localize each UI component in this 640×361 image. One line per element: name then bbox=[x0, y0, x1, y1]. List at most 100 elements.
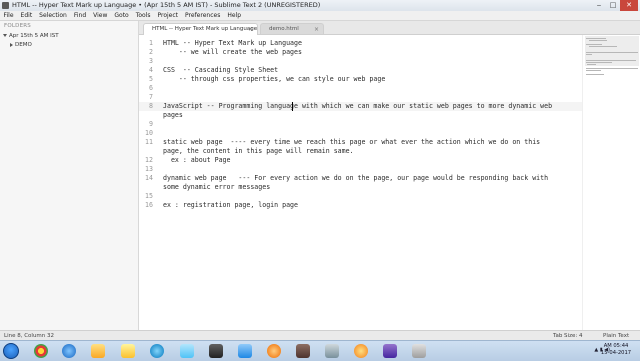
minimap-line bbox=[586, 74, 604, 75]
code-line[interactable]: 6 bbox=[139, 84, 582, 93]
minimap-line bbox=[586, 70, 601, 71]
tab-html-notes[interactable]: HTML -- Hyper Text Mark up Language × bbox=[143, 23, 258, 35]
sidebar: FOLDERS Apr 15th 5 AM IST DEMO bbox=[0, 21, 139, 330]
code-line[interactable]: 12 ex : about Page bbox=[139, 156, 582, 165]
folder-root-label: Apr 15th 5 AM IST bbox=[9, 33, 59, 39]
chrome-icon[interactable] bbox=[34, 344, 48, 358]
minimap-line bbox=[589, 40, 607, 41]
collapse-arrow-icon[interactable] bbox=[10, 42, 13, 47]
minimap-line bbox=[586, 60, 636, 61]
code-line-current[interactable]: 8 JavaScript -- Programming language with… bbox=[139, 102, 582, 111]
explorer-icon[interactable] bbox=[91, 344, 105, 358]
line-text: HTML -- Hyper Text Mark up Language bbox=[163, 39, 302, 47]
code-line[interactable]: 1 HTML -- Hyper Text Mark up Language bbox=[139, 39, 582, 48]
start-button-icon[interactable] bbox=[3, 343, 19, 359]
line-number: 1 bbox=[149, 39, 153, 47]
menu-find[interactable]: Find bbox=[70, 11, 89, 20]
minimap-line bbox=[586, 52, 638, 53]
tool-icon[interactable] bbox=[238, 344, 252, 358]
code-line[interactable]: 3 bbox=[139, 57, 582, 66]
settings-icon[interactable] bbox=[354, 344, 368, 358]
sublime-icon[interactable] bbox=[209, 344, 223, 358]
paint-icon[interactable] bbox=[180, 344, 194, 358]
line-number: 3 bbox=[149, 57, 153, 65]
minimap-line bbox=[586, 44, 602, 45]
code-line[interactable]: 2 -- we will create the web pages bbox=[139, 48, 582, 57]
menu-tools[interactable]: Tools bbox=[132, 11, 154, 20]
maximize-button[interactable]: □ bbox=[606, 0, 620, 11]
line-text: CSS -- Cascading Style Sheet bbox=[163, 66, 279, 74]
menu-edit[interactable]: Edit bbox=[17, 11, 36, 20]
firefox-icon[interactable] bbox=[267, 344, 281, 358]
window-controls: ‒ □ ✕ bbox=[592, 0, 638, 11]
eclipse-icon[interactable] bbox=[383, 344, 397, 358]
code-line[interactable]: 9 bbox=[139, 120, 582, 129]
code-line-wrap[interactable]: pages bbox=[139, 111, 582, 120]
code-line[interactable]: 4 CSS -- Cascading Style Sheet bbox=[139, 66, 582, 75]
code-editor[interactable]: 1 HTML -- Hyper Text Mark up Language 2 -… bbox=[139, 35, 582, 330]
game-icon[interactable] bbox=[412, 344, 426, 358]
folders-heading: FOLDERS bbox=[4, 23, 31, 29]
menu-help[interactable]: Help bbox=[224, 11, 245, 20]
player-icon[interactable] bbox=[121, 344, 135, 358]
line-number: 15 bbox=[145, 192, 153, 200]
line-number: 5 bbox=[149, 75, 153, 83]
tab-label: demo.html bbox=[269, 26, 299, 32]
taskbar: ▲ ▮ ◀) AM 05:44 15-04-2017 bbox=[0, 340, 640, 361]
line-text: page, the content in this page will rema… bbox=[163, 147, 354, 155]
minimap[interactable] bbox=[582, 35, 640, 330]
menu-file[interactable]: File bbox=[0, 11, 17, 20]
minimap-line bbox=[586, 54, 592, 55]
menu-bar: File Edit Selection Find View Goto Tools… bbox=[0, 11, 640, 21]
tab-label: HTML -- Hyper Text Mark up Language bbox=[152, 26, 258, 32]
code-line[interactable]: 11 static web page ---- every time we rea… bbox=[139, 138, 582, 147]
photo-icon[interactable] bbox=[296, 344, 310, 358]
text-caret bbox=[292, 102, 293, 111]
minimap-line bbox=[587, 64, 596, 65]
window-title: HTML -- Hyper Text Mark up Language • (A… bbox=[12, 1, 321, 9]
close-button[interactable]: ✕ bbox=[620, 0, 638, 11]
menu-view[interactable]: View bbox=[90, 11, 111, 20]
line-number: 12 bbox=[145, 156, 153, 164]
code-line[interactable]: 10 bbox=[139, 129, 582, 138]
minimize-button[interactable]: ‒ bbox=[592, 0, 606, 11]
line-number: 11 bbox=[145, 138, 153, 146]
line-number: 13 bbox=[145, 165, 153, 173]
line-number: 14 bbox=[145, 174, 153, 182]
expand-arrow-icon[interactable] bbox=[3, 34, 7, 37]
line-number: 16 bbox=[145, 201, 153, 209]
tab-close-icon[interactable]: × bbox=[248, 24, 253, 35]
code-line[interactable]: 13 bbox=[139, 165, 582, 174]
line-number: 7 bbox=[149, 93, 153, 101]
code-line[interactable]: 5 -- through css properties, we can styl… bbox=[139, 75, 582, 84]
code-line[interactable]: 15 bbox=[139, 192, 582, 201]
sublime-app-icon bbox=[2, 2, 9, 9]
line-text: static web page ---- every time we reach… bbox=[163, 138, 541, 146]
code-line-wrap[interactable]: some dynamic error messages bbox=[139, 183, 582, 192]
minimap-line bbox=[589, 46, 617, 47]
clock-time: AM 05:44 bbox=[603, 343, 629, 349]
code-line[interactable]: 14 dynamic web page --- For every action … bbox=[139, 174, 582, 183]
line-number: 8 bbox=[149, 102, 153, 110]
code-line[interactable]: 16 ex : registration page, login page bbox=[139, 201, 582, 210]
minimap-line bbox=[586, 68, 638, 69]
ie-icon[interactable] bbox=[62, 344, 76, 358]
line-text: dynamic web page --- For every action we… bbox=[163, 174, 549, 182]
menu-selection[interactable]: Selection bbox=[36, 11, 71, 20]
line-text: pages bbox=[163, 111, 183, 119]
tab-bar: HTML -- Hyper Text Mark up Language × de… bbox=[139, 21, 640, 35]
code-line[interactable]: 7 bbox=[139, 93, 582, 102]
code-line-wrap[interactable]: page, the content in this page will rema… bbox=[139, 147, 582, 156]
skype-icon[interactable] bbox=[150, 344, 164, 358]
folder-root[interactable]: Apr 15th 5 AM IST bbox=[3, 33, 59, 39]
lamp-icon[interactable] bbox=[325, 344, 339, 358]
tab-close-icon[interactable]: × bbox=[314, 24, 319, 35]
tab-demo-html[interactable]: demo.html × bbox=[260, 23, 324, 34]
menu-project[interactable]: Project bbox=[154, 11, 182, 20]
menu-goto[interactable]: Goto bbox=[111, 11, 132, 20]
folder-demo-label: DEMO bbox=[15, 42, 32, 48]
minimap-line bbox=[586, 38, 606, 39]
folder-demo[interactable]: DEMO bbox=[10, 42, 32, 48]
menu-preferences[interactable]: Preferences bbox=[182, 11, 224, 20]
clock[interactable]: AM 05:44 15-04-2017 bbox=[598, 343, 634, 357]
